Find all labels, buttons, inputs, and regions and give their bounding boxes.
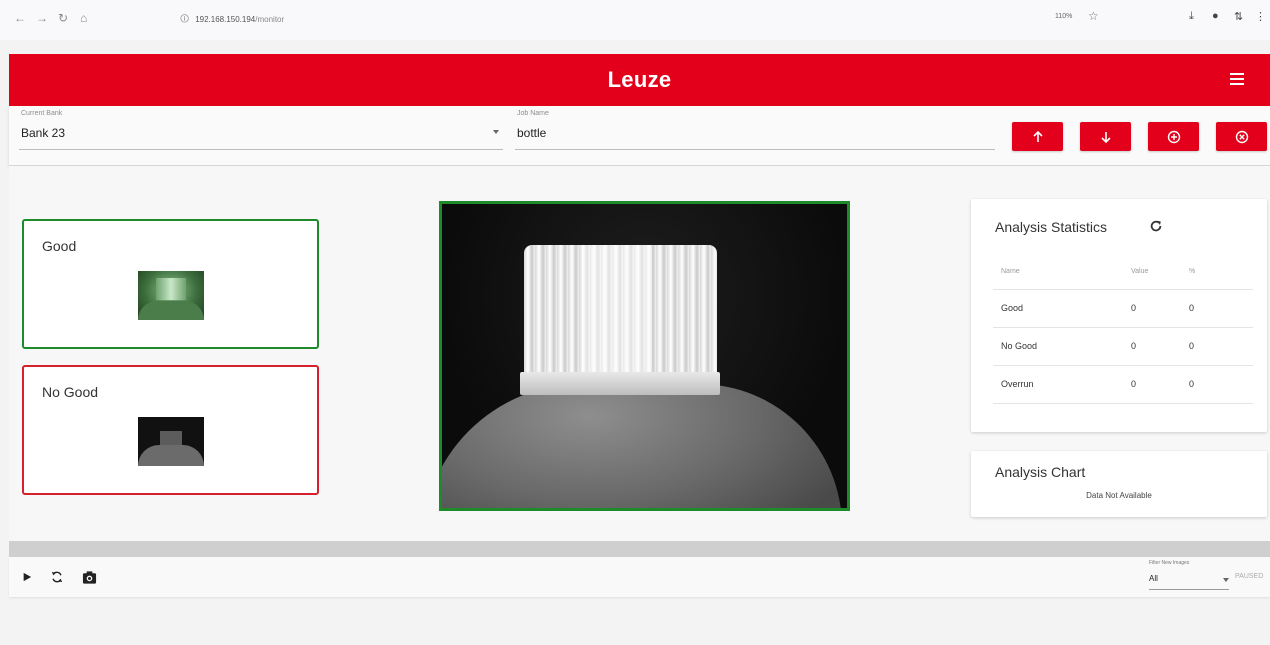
play-icon [23, 572, 32, 582]
table-header-row: Name Value % [993, 255, 1253, 290]
extension-icon[interactable]: ● [1212, 10, 1219, 22]
url-host: 192.168.150.194 [195, 15, 256, 24]
live-camera-image[interactable] [439, 201, 850, 511]
row-percent: 0 [1189, 327, 1253, 366]
cancel-circle-icon [1235, 130, 1248, 143]
good-result-card[interactable]: Good [22, 219, 319, 349]
overflow-menu-icon[interactable]: ⋮ [1255, 10, 1266, 23]
sync-button[interactable] [49, 569, 65, 585]
statistics-table: Name Value % Good 0 0 No Good 0 0 Overru… [993, 255, 1253, 404]
translate-icon[interactable]: ⇅ [1234, 10, 1243, 23]
row-name: Good [993, 289, 1131, 328]
job-label: Job Name [517, 110, 549, 117]
add-circle-icon [1167, 130, 1180, 143]
stats-title: Analysis Statistics [995, 219, 1108, 235]
job-value: bottle [517, 126, 547, 140]
play-button[interactable] [19, 569, 35, 585]
hamburger-menu-icon[interactable] [1230, 73, 1244, 85]
nogood-result-card[interactable]: No Good [22, 365, 319, 495]
column-header: % [1189, 255, 1253, 290]
delete-job-button[interactable] [1216, 122, 1267, 151]
table-row: Overrun 0 0 [993, 365, 1253, 404]
address-bar[interactable]: 🛈 192.168.150.194/monitor [180, 9, 1020, 29]
nogood-thumbnail[interactable] [138, 417, 204, 466]
url-path: /monitor [255, 15, 285, 24]
status-label: PAUSED [1235, 573, 1264, 580]
image-filter-select[interactable]: Filter New Images All [1149, 560, 1229, 590]
add-job-button[interactable] [1148, 122, 1199, 151]
camera-icon [82, 570, 96, 584]
good-thumbnail[interactable] [138, 271, 204, 320]
home-icon[interactable]: ⌂ [80, 9, 87, 27]
chart-empty-message: Data Not Available [1086, 491, 1152, 500]
filter-value: All [1149, 574, 1158, 583]
arrow-up-icon [1032, 130, 1043, 142]
analysis-chart-panel: Analysis Chart Data Not Available [971, 451, 1267, 517]
forward-arrow-icon[interactable]: → [36, 9, 48, 27]
panel-resize-handle[interactable] [9, 541, 1270, 557]
row-value: 0 [1131, 289, 1189, 328]
analysis-statistics-panel: Analysis Statistics Name Value % Good 0 … [971, 199, 1267, 432]
row-value: 0 [1131, 327, 1189, 366]
good-title: Good [42, 238, 77, 254]
move-up-button[interactable] [1012, 122, 1063, 151]
bookmark-star-icon[interactable]: ☆ [1088, 9, 1099, 23]
bank-select[interactable]: Current Bank Bank 23 [19, 110, 503, 150]
column-header: Name [993, 255, 1131, 290]
app-header: Leuze [9, 54, 1270, 106]
arrow-down-icon [1100, 131, 1111, 143]
sync-icon [51, 571, 63, 583]
row-value: 0 [1131, 365, 1189, 404]
move-down-button[interactable] [1080, 122, 1131, 151]
chart-title: Analysis Chart [995, 464, 1086, 480]
brand-logo: Leuze [607, 67, 672, 92]
snapshot-button[interactable] [81, 569, 97, 585]
bank-value: Bank 23 [21, 126, 66, 140]
column-header: Value [1131, 255, 1189, 290]
table-row: Good 0 0 [993, 289, 1253, 328]
row-name: No Good [993, 327, 1131, 366]
browser-toolbar: ← → ↻ ⌂ 🛈 192.168.150.194/monitor 110% ☆ … [0, 0, 1270, 40]
nogood-title: No Good [42, 384, 99, 400]
filter-label: Filter New Images [1149, 560, 1190, 566]
row-percent: 0 [1189, 365, 1253, 404]
row-percent: 0 [1189, 289, 1253, 328]
refresh-icon[interactable] [1149, 219, 1163, 233]
lock-icon: 🛈 [180, 14, 190, 24]
row-name: Overrun [993, 365, 1131, 404]
back-arrow-icon[interactable]: ← [14, 9, 26, 27]
dropdown-arrow-icon [493, 130, 499, 134]
job-name-field[interactable]: Job Name bottle [515, 110, 995, 150]
zoom-level[interactable]: 110% [1055, 13, 1072, 20]
main-content: Good No Good Analysis Statistics Name Va… [9, 166, 1270, 541]
download-icon[interactable]: ⤓ [1189, 10, 1194, 23]
dropdown-arrow-icon [1223, 578, 1229, 582]
job-toolbar: Current Bank Bank 23 Job Name bottle [9, 106, 1270, 166]
image-control-bar: Filter New Images All PAUSED [9, 557, 1270, 597]
bank-label: Current Bank [21, 110, 63, 117]
reload-icon[interactable]: ↻ [58, 9, 68, 27]
table-row: No Good 0 0 [993, 327, 1253, 366]
